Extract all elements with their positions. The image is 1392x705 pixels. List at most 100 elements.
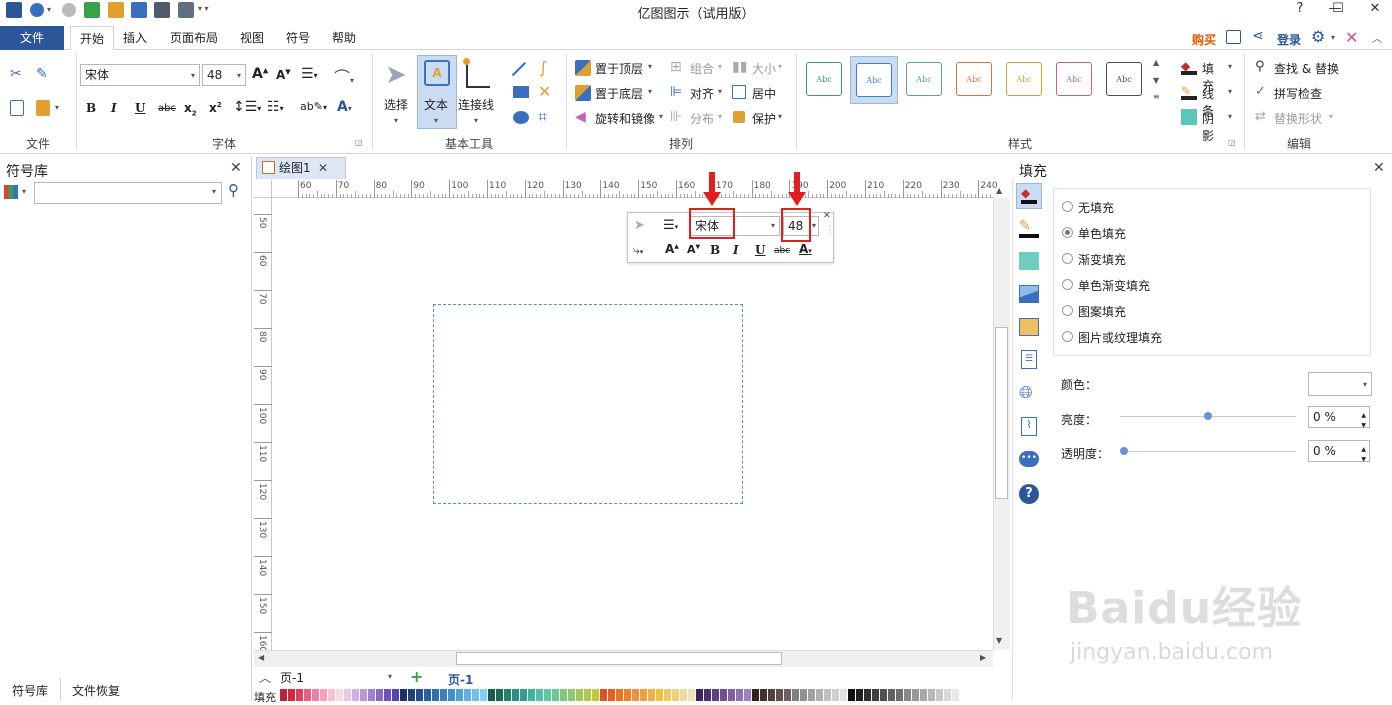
palette-color-swatch[interactable]: [712, 689, 719, 701]
style-scroll-down-icon[interactable]: ▼: [1153, 76, 1159, 85]
palette-color-swatch[interactable]: [368, 689, 375, 701]
palette-color-swatch[interactable]: [448, 689, 455, 701]
symbol-search-input[interactable]: [34, 182, 222, 204]
grow-font-button[interactable]: A▲: [252, 66, 268, 82]
style-sample-1[interactable]: Abc: [806, 62, 842, 96]
vertical-scroll-thumb[interactable]: [995, 327, 1008, 499]
palette-color-swatch[interactable]: [384, 689, 391, 701]
close-window-button[interactable]: ✕: [1358, 0, 1392, 22]
palette-color-swatch[interactable]: [920, 689, 927, 701]
bold-button[interactable]: B: [86, 101, 96, 115]
palette-color-swatch[interactable]: [592, 689, 599, 701]
scroll-up-icon[interactable]: ▲: [996, 186, 1002, 195]
palette-color-swatch[interactable]: [360, 689, 367, 701]
bold-button[interactable]: B: [710, 243, 720, 257]
transparency-slider-track[interactable]: [1120, 451, 1296, 452]
palette-color-swatch[interactable]: [792, 689, 799, 701]
text-highlight-button[interactable]: ab✎▾: [300, 100, 327, 113]
palette-color-swatch[interactable]: [688, 689, 695, 701]
font-color-button[interactable]: A▾: [337, 99, 352, 115]
scroll-right-icon[interactable]: ▶: [980, 653, 986, 662]
file-menu-button[interactable]: 文件: [0, 26, 64, 50]
settings-gear-icon[interactable]: ⚙: [1311, 27, 1325, 46]
palette-color-swatch[interactable]: [568, 689, 575, 701]
palette-color-swatch[interactable]: [848, 689, 855, 701]
palette-color-swatch[interactable]: [864, 689, 871, 701]
connection-point-icon[interactable]: ✕: [538, 82, 551, 101]
palette-color-swatch[interactable]: [832, 689, 839, 701]
drag-handle-icon[interactable]: ⋮: [826, 225, 834, 234]
palette-color-swatch[interactable]: [768, 689, 775, 701]
style-sample-3[interactable]: Abc: [906, 62, 942, 96]
palette-color-swatch[interactable]: [928, 689, 935, 701]
help-icon[interactable]: ?: [1019, 484, 1039, 504]
pointer-icon[interactable]: ➤: [634, 218, 645, 233]
horizontal-scroll-thumb[interactable]: [456, 652, 782, 665]
style-sample-7[interactable]: Abc: [1106, 62, 1142, 96]
bottom-tab-symbol-library[interactable]: 符号库: [12, 682, 48, 699]
screen-share-icon[interactable]: [1226, 30, 1241, 44]
copy-icon[interactable]: [10, 100, 24, 116]
bottom-tab-file-recovery[interactable]: 文件恢复: [72, 682, 120, 699]
tab-help[interactable]: 帮助: [323, 26, 365, 50]
font-name-combo[interactable]: 宋体 ▾: [80, 64, 200, 86]
fill-option-radio[interactable]: 单色填充: [1062, 225, 1262, 241]
strikethrough-button[interactable]: abc: [158, 103, 176, 114]
page-selector[interactable]: 页-1 ▾: [280, 669, 398, 687]
radio-button[interactable]: [1062, 201, 1073, 212]
font-color-button[interactable]: A▾: [799, 242, 812, 256]
font-size-combo[interactable]: 48 ▾: [202, 64, 246, 86]
new-file-icon[interactable]: [84, 2, 100, 18]
fill-option-radio[interactable]: 图案填充: [1062, 303, 1262, 319]
scroll-left-icon[interactable]: ◀: [258, 653, 264, 662]
style-more-icon[interactable]: ≡: [1153, 92, 1160, 101]
line-pen-icon[interactable]: ✎: [1019, 218, 1039, 238]
palette-color-swatch[interactable]: [512, 689, 519, 701]
palette-color-swatch[interactable]: [760, 689, 767, 701]
palette-color-swatch[interactable]: [536, 689, 543, 701]
palette-color-swatch[interactable]: [496, 689, 503, 701]
palette-color-swatch[interactable]: [808, 689, 815, 701]
palette-color-swatch[interactable]: [752, 689, 759, 701]
collapse-ribbon-icon[interactable]: ︿: [1372, 30, 1382, 45]
settings-dropdown-icon[interactable]: ▾: [1331, 33, 1335, 42]
fill-option-radio[interactable]: 无填充: [1062, 199, 1262, 215]
style-sample-5[interactable]: Abc: [1006, 62, 1042, 96]
palette-color-swatch[interactable]: [576, 689, 583, 701]
library-category-dropdown-icon[interactable]: ▾: [22, 187, 26, 196]
palette-color-swatch[interactable]: [296, 689, 303, 701]
palette-color-swatch[interactable]: [504, 689, 511, 701]
strikethrough-button[interactable]: abc: [774, 246, 790, 256]
palette-color-swatch[interactable]: [472, 689, 479, 701]
palette-color-swatch[interactable]: [376, 689, 383, 701]
brush-icon[interactable]: ✎: [36, 66, 52, 82]
palette-color-swatch[interactable]: [584, 689, 591, 701]
palette-color-swatch[interactable]: [704, 689, 711, 701]
palette-color-swatch[interactable]: [304, 689, 311, 701]
palette-color-swatch[interactable]: [288, 689, 295, 701]
image-icon[interactable]: [1019, 285, 1039, 303]
shrink-font-button[interactable]: A▼: [276, 68, 291, 82]
layers-icon[interactable]: [1019, 318, 1039, 336]
grow-font-button[interactable]: A▲: [665, 242, 679, 256]
palette-color-swatch[interactable]: [280, 689, 287, 701]
tab-symbol[interactable]: 符号: [277, 26, 319, 50]
palette-color-swatch[interactable]: [944, 689, 951, 701]
redo-icon[interactable]: [62, 3, 76, 17]
palette-color-swatch[interactable]: [776, 689, 783, 701]
palette-color-swatch[interactable]: [344, 689, 351, 701]
palette-color-swatch[interactable]: [696, 689, 703, 701]
palette-color-swatch[interactable]: [896, 689, 903, 701]
hyperlink-globe-icon[interactable]: 🌐︎: [1019, 383, 1033, 403]
rectangle-tool-icon[interactable]: [513, 86, 529, 98]
palette-color-swatch[interactable]: [672, 689, 679, 701]
text-tool-button[interactable]: A 文本 ▾: [417, 55, 457, 129]
palette-color-swatch[interactable]: [320, 689, 327, 701]
palette-color-swatch[interactable]: [608, 689, 615, 701]
tab-insert[interactable]: 插入: [114, 26, 156, 50]
fill-option-radio[interactable]: 单色渐变填充: [1062, 277, 1262, 293]
spin-down-icon[interactable]: ▼: [1361, 416, 1366, 436]
underline-button[interactable]: U: [135, 101, 145, 115]
crop-tool-icon[interactable]: ⌗: [538, 107, 547, 127]
open-file-icon[interactable]: [108, 2, 124, 18]
